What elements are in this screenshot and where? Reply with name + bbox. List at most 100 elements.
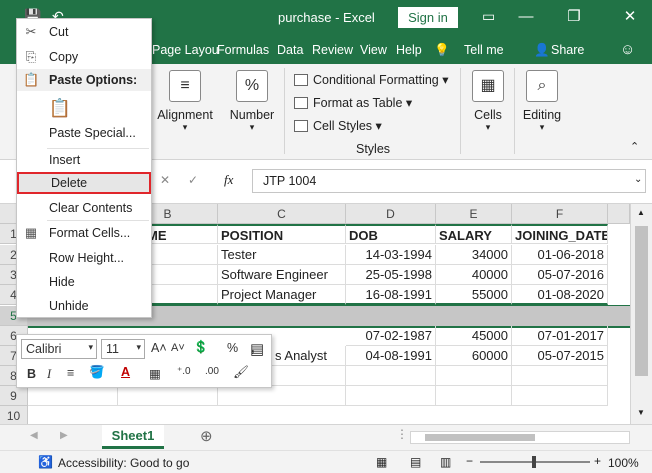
table-cell[interactable] [346, 366, 436, 386]
table-cell[interactable]: 25-05-1998 [346, 265, 436, 285]
zoom-level[interactable]: 100% [608, 456, 639, 470]
column-header-d[interactable]: D [346, 204, 436, 224]
menu-item-delete[interactable]: Delete [17, 172, 151, 194]
table-cell[interactable]: 07-02-1987 [346, 326, 436, 346]
table-cell[interactable] [436, 366, 512, 386]
tell-me-box[interactable]: Tell me [464, 43, 504, 57]
menu-item-format-cells[interactable]: ▦ Format Cells... [17, 222, 151, 244]
table-cell[interactable]: 01-06-2018 [512, 245, 608, 265]
normal-view-icon[interactable]: ▦ [376, 455, 387, 469]
font-size-select[interactable]: 11 ▾ [101, 339, 145, 359]
zoom-slider[interactable] [480, 456, 590, 468]
add-sheet-icon[interactable]: ⊕ [200, 427, 213, 445]
bold-button[interactable]: B [27, 367, 36, 381]
accessibility-status[interactable]: Accessibility: Good to go [58, 456, 189, 470]
tab-data[interactable]: Data [277, 43, 303, 57]
tab-help[interactable]: Help [396, 43, 422, 57]
cancel-icon[interactable]: ✕ [160, 173, 170, 187]
column-header-c[interactable]: C [218, 204, 346, 224]
format-as-table-button[interactable]: Format as Table ▾ [294, 95, 412, 110]
menu-item-paste-special[interactable]: Paste Special... [17, 122, 151, 144]
align-center-icon[interactable]: ≡ [67, 366, 74, 380]
increase-decimal-icon[interactable]: ⁺.0 [177, 366, 191, 377]
menu-item-cut[interactable]: ✂ Cut [17, 21, 151, 43]
menu-item-row-height[interactable]: Row Height... [17, 247, 151, 269]
zoom-slider-handle[interactable] [532, 456, 536, 468]
table-cell[interactable]: 40000 [436, 265, 512, 285]
tab-formulas[interactable]: Formulas [217, 43, 269, 57]
table-header[interactable]: JOINING_DATE [512, 224, 608, 244]
table-cell[interactable] [28, 386, 118, 406]
table-cell[interactable]: 05-07-2016 [512, 265, 608, 285]
table-cell[interactable]: 45000 [436, 326, 512, 346]
smiley-icon[interactable]: ☺ [620, 41, 635, 58]
table-style-icon[interactable]: ▤ [250, 340, 264, 358]
table-cell[interactable] [272, 366, 346, 386]
table-cell[interactable]: s Analyst [272, 346, 346, 366]
page-layout-icon[interactable]: ▤ [410, 455, 421, 469]
table-cell[interactable] [346, 386, 436, 406]
restore-button[interactable]: ❐ [556, 0, 592, 36]
scroll-up-icon[interactable]: ▲ [637, 208, 645, 217]
table-header[interactable]: POSITION [218, 224, 346, 244]
column-header-g[interactable] [608, 204, 630, 224]
table-cell[interactable]: 01-08-2020 [512, 285, 608, 305]
italic-button[interactable]: I [47, 367, 51, 382]
close-button[interactable]: ✕ [612, 0, 648, 36]
enter-icon[interactable]: ✓ [188, 173, 198, 187]
table-cell[interactable]: 07-01-2017 [512, 326, 608, 346]
fill-color-icon[interactable]: 🪣 [89, 365, 105, 380]
table-cell[interactable] [512, 366, 608, 386]
menu-item-hide[interactable]: Hide [17, 271, 151, 293]
editing-group[interactable]: ⌕ Editing ▾ [520, 70, 564, 133]
percent-style-icon[interactable]: % [227, 341, 238, 355]
table-cell[interactable] [218, 386, 346, 406]
column-header-e[interactable]: E [436, 204, 512, 224]
table-cell[interactable]: 60000 [436, 346, 512, 366]
accounting-format-icon[interactable]: 💲 [193, 340, 209, 355]
table-cell[interactable] [118, 386, 218, 406]
scrollbar-thumb[interactable] [425, 434, 535, 441]
row-header-10[interactable]: 10 [0, 406, 28, 426]
menu-item-copy[interactable]: ⎘ Copy [17, 46, 151, 68]
row-header-9[interactable]: 9 [0, 386, 28, 406]
page-break-icon[interactable]: ▥ [440, 455, 451, 469]
tab-review[interactable]: Review [312, 43, 353, 57]
tab-page-layout[interactable]: Page Layou [152, 43, 219, 57]
table-cell[interactable]: Software Engineer [218, 265, 346, 285]
number-group[interactable]: % Number ▾ [228, 70, 276, 133]
sheet-tab[interactable]: Sheet1 [102, 425, 164, 449]
sign-in-button[interactable]: Sign in [398, 7, 458, 28]
zoom-in-icon[interactable]: + [594, 454, 601, 468]
table-cell[interactable]: 05-07-2015 [512, 346, 608, 366]
menu-item-unhide[interactable]: Unhide [17, 295, 151, 317]
table-cell[interactable]: 16-08-1991 [346, 285, 436, 305]
font-name-select[interactable]: Calibri ▾ [21, 339, 97, 359]
cells-group[interactable]: ▦ Cells ▾ [468, 70, 508, 133]
scrollbar-thumb[interactable] [635, 226, 648, 376]
increase-font-icon[interactable]: A˄ [151, 341, 167, 355]
tab-view[interactable]: View [360, 43, 387, 57]
horizontal-scrollbar[interactable] [410, 431, 630, 444]
share-button[interactable]: Share [551, 43, 584, 57]
decrease-font-icon[interactable]: A˅ [171, 342, 185, 354]
vertical-scrollbar[interactable]: ▲ ▼ [630, 204, 652, 424]
table-cell[interactable]: Tester [218, 245, 346, 265]
table-header[interactable]: SALARY [436, 224, 512, 244]
table-cell[interactable]: 04-08-1991 [346, 346, 436, 366]
ribbon-display-icon[interactable]: ▭ [482, 8, 495, 25]
borders-icon[interactable]: ▦ [149, 366, 161, 381]
next-sheet-icon[interactable]: ▶ [60, 430, 68, 441]
alignment-group[interactable]: ≡ Alignment ▾ [156, 70, 214, 133]
format-painter-icon[interactable]: 🖌 [233, 365, 249, 380]
collapse-ribbon-icon[interactable]: ⌃ [630, 140, 639, 153]
table-cell[interactable]: 34000 [436, 245, 512, 265]
conditional-formatting-button[interactable]: Conditional Formatting ▾ [294, 72, 449, 87]
table-cell[interactable]: Project Manager [218, 285, 346, 305]
insert-function-icon[interactable]: fx [224, 172, 233, 188]
table-header[interactable]: DOB [346, 224, 436, 244]
table-cell[interactable] [512, 386, 608, 406]
column-header-f[interactable]: F [512, 204, 608, 224]
decrease-decimal-icon[interactable]: .00 [205, 366, 219, 377]
prev-sheet-icon[interactable]: ◀ [30, 430, 38, 441]
